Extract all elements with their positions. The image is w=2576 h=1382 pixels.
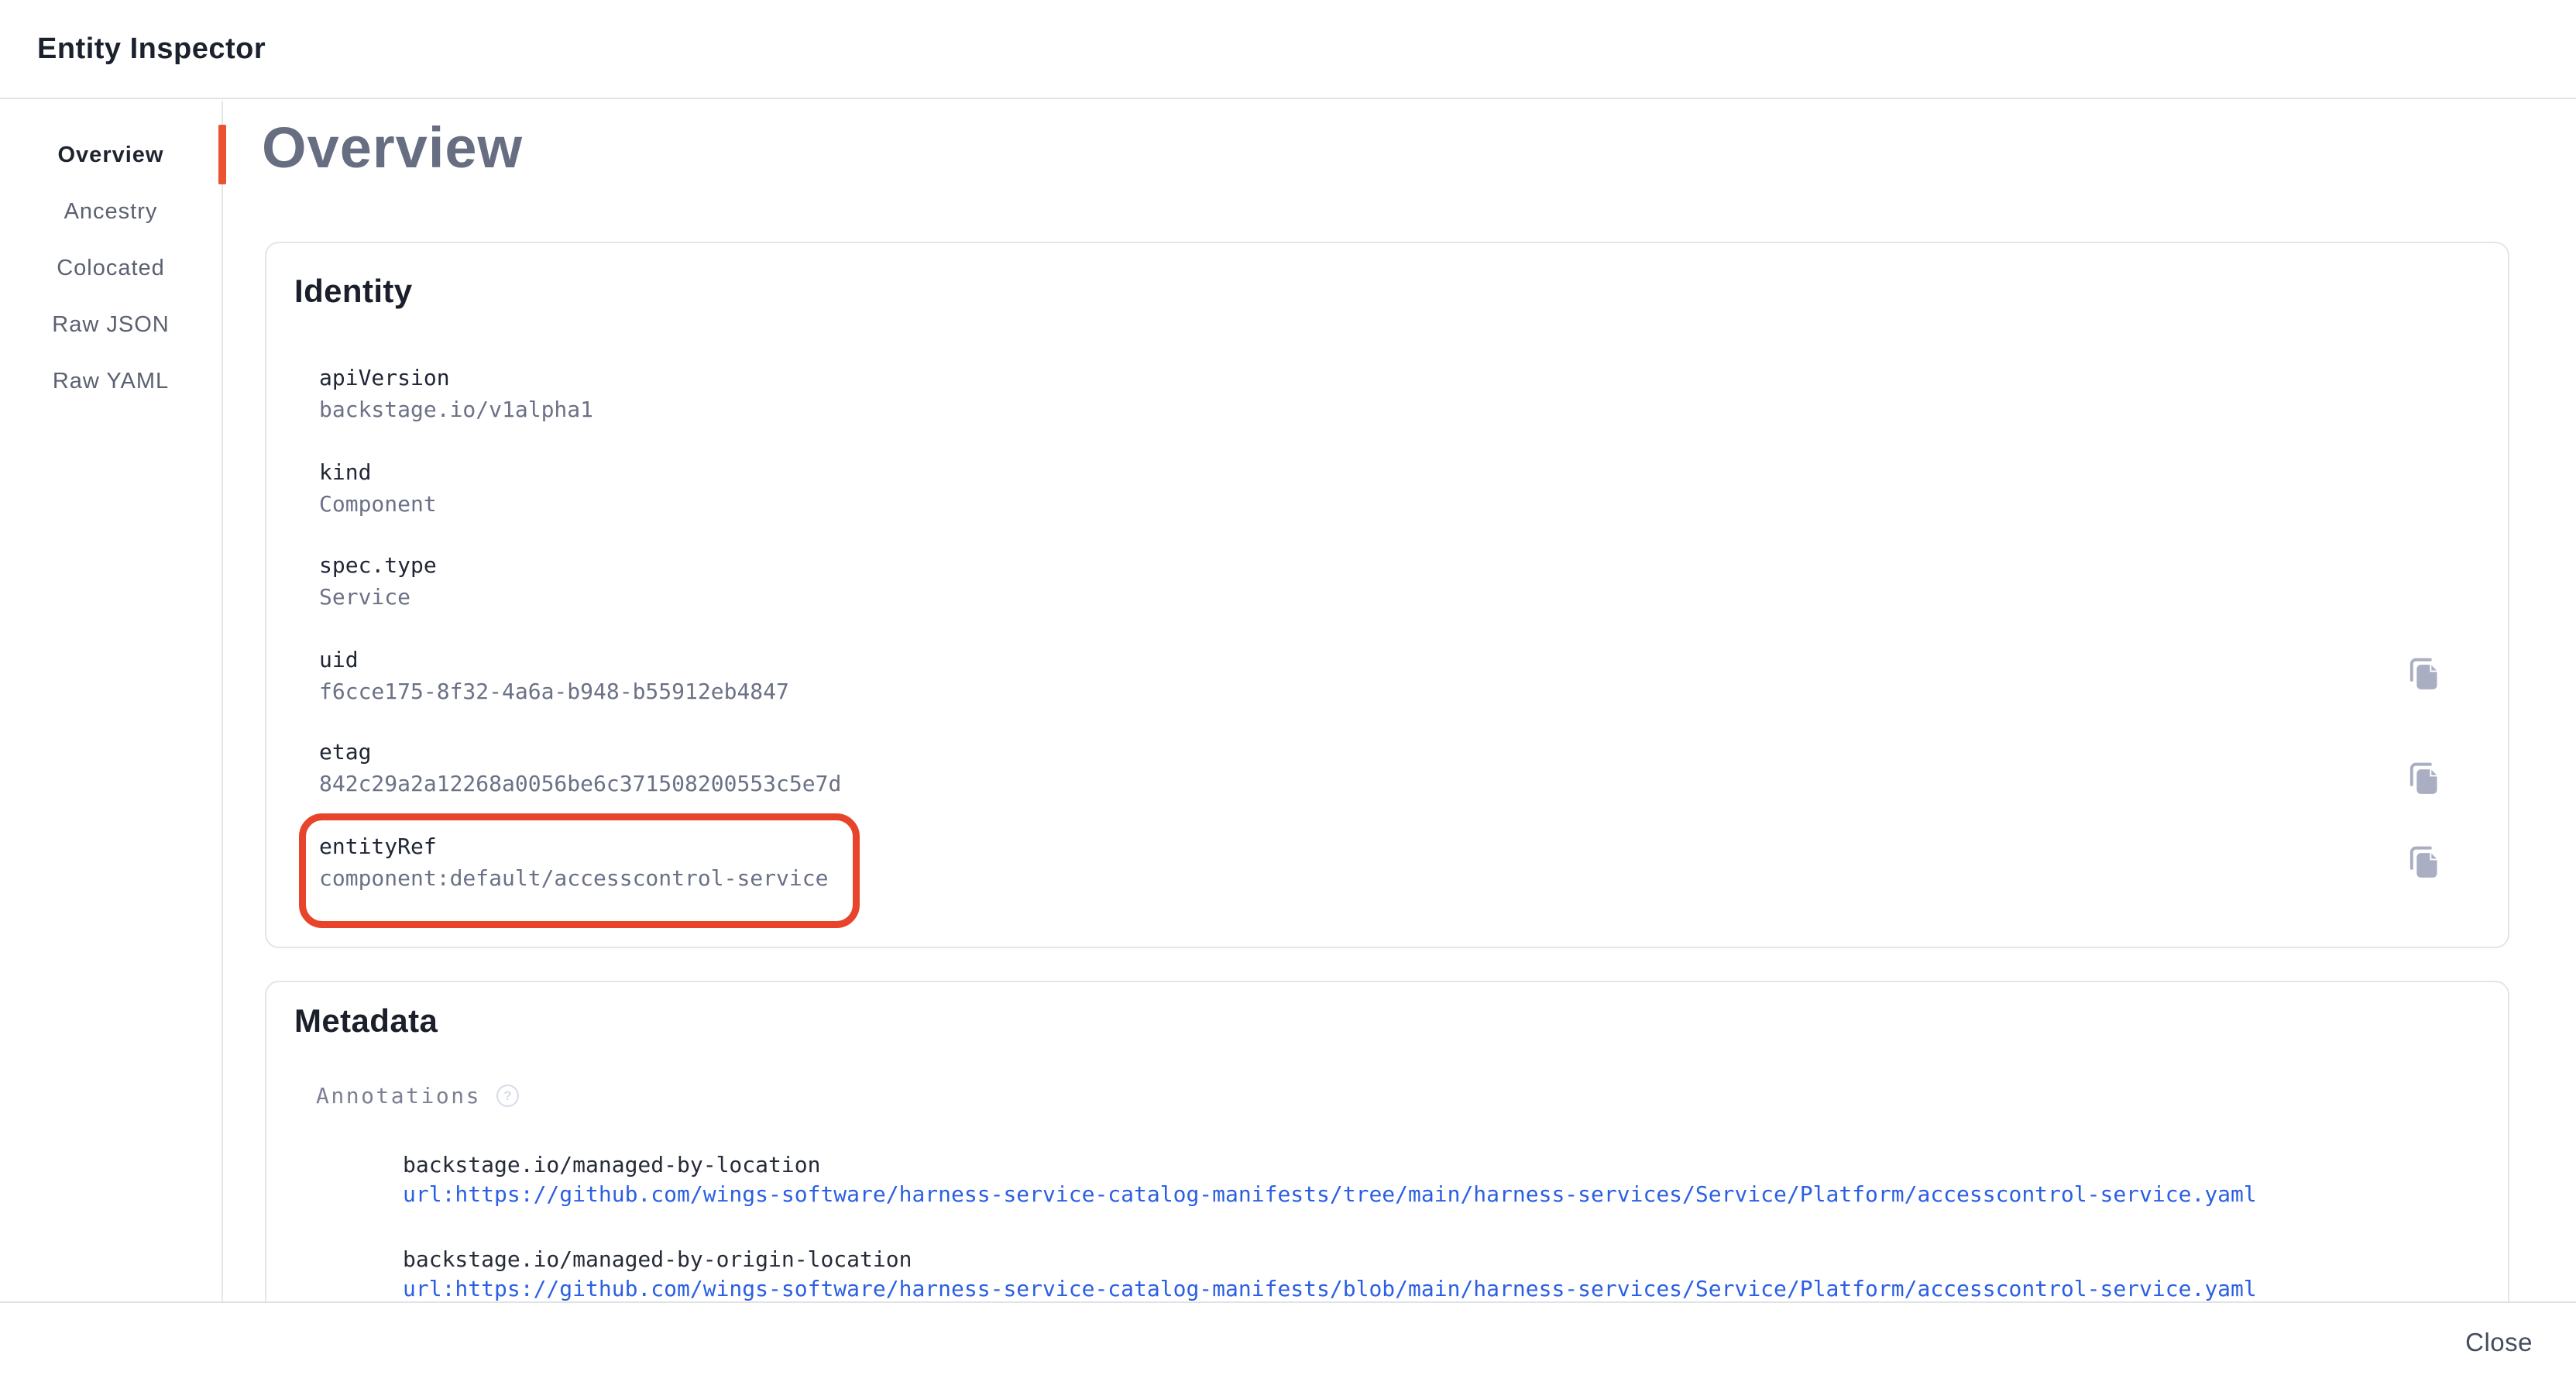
field-kind: kind Component — [319, 460, 437, 517]
annotation-link[interactable]: url:https://github.com/wings-software/ha… — [403, 1182, 2257, 1207]
field-label: etag — [319, 740, 841, 765]
copy-icon — [2404, 758, 2441, 796]
metadata-card: Metadata Annotations ? backstage.io/mana… — [265, 981, 2509, 1301]
sidebar-list: Overview Ancestry Colocated Raw JSON Raw… — [0, 101, 222, 410]
field-label: apiVersion — [319, 366, 593, 390]
annotation-link[interactable]: url:https://github.com/wings-software/ha… — [403, 1277, 2257, 1301]
field-etag: etag 842c29a2a12268a0056be6c371508200553… — [319, 740, 841, 796]
close-button[interactable]: Close — [2448, 1317, 2550, 1368]
sidebar-item-colocated[interactable]: Colocated — [0, 240, 222, 297]
field-value: Service — [319, 585, 437, 610]
field-value: 842c29a2a12268a0056be6c371508200553c5e7d — [319, 772, 841, 796]
help-icon[interactable]: ? — [496, 1085, 519, 1107]
identity-card-title: Identity — [294, 273, 413, 310]
field-label: entityRef — [319, 834, 828, 859]
field-value: Component — [319, 492, 437, 517]
dialog-title: Entity Inspector — [37, 0, 266, 98]
identity-card: Identity apiVersion backstage.io/v1alpha… — [265, 242, 2509, 948]
field-label: spec.type — [319, 553, 437, 578]
annotation-managed-by-location: backstage.io/managed-by-location url:htt… — [403, 1153, 2257, 1207]
field-value: backstage.io/v1alpha1 — [319, 397, 593, 422]
sidebar-item-ancestry[interactable]: Ancestry — [0, 184, 222, 240]
copy-etag-button[interactable] — [2403, 757, 2443, 797]
field-value: component:default/accesscontrol-service — [319, 866, 828, 891]
sidebar-item-raw-json[interactable]: Raw JSON — [0, 297, 222, 353]
field-value: f6cce175-8f32-4a6a-b948-b55912eb4847 — [319, 679, 789, 704]
field-entityref: entityRef component:default/accesscontro… — [319, 834, 828, 891]
annotation-managed-by-origin-location: backstage.io/managed-by-origin-location … — [403, 1247, 2257, 1301]
sidebar-item-raw-yaml[interactable]: Raw YAML — [0, 353, 222, 410]
inspector-content: Overview Identity apiVersion backstage.i… — [225, 101, 2576, 1301]
copy-icon — [2404, 654, 2441, 691]
field-uid: uid f6cce175-8f32-4a6a-b948-b55912eb4847 — [319, 648, 789, 704]
active-tab-indicator — [218, 125, 226, 184]
inspector-sidebar: Overview Ancestry Colocated Raw JSON Raw… — [0, 101, 223, 1301]
field-label: uid — [319, 648, 789, 672]
copy-uid-button[interactable] — [2403, 652, 2443, 693]
field-spec-type: spec.type Service — [319, 553, 437, 610]
metadata-card-title: Metadata — [294, 1002, 438, 1040]
page-title: Overview — [262, 115, 523, 180]
dialog-header: Entity Inspector — [0, 0, 2576, 99]
dialog-footer: Close — [0, 1301, 2576, 1382]
annotations-label: Annotations — [316, 1083, 481, 1109]
sidebar-item-overview[interactable]: Overview — [0, 127, 222, 184]
annotations-header: Annotations ? — [316, 1083, 519, 1109]
annotation-key: backstage.io/managed-by-origin-location — [403, 1247, 2257, 1272]
copy-entityref-button[interactable] — [2403, 841, 2443, 881]
annotation-key: backstage.io/managed-by-location — [403, 1153, 2257, 1177]
field-label: kind — [319, 460, 437, 485]
copy-icon — [2404, 842, 2441, 879]
field-apiversion: apiVersion backstage.io/v1alpha1 — [319, 366, 593, 422]
